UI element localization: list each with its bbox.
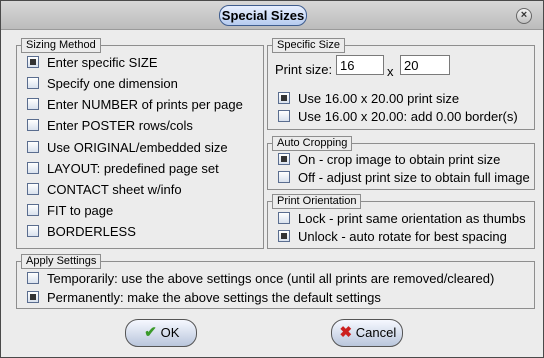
option-label: Enter POSTER rows/cols [47,118,193,133]
option-label: Enter specific SIZE [47,55,158,70]
sizing-option-one-dimension[interactable]: Specify one dimension [27,76,178,92]
auto-cropping-title: Auto Cropping [272,136,353,151]
option-label: Enter NUMBER of prints per page [47,97,243,112]
ok-button[interactable]: ✔ OK [125,319,197,347]
checkbox[interactable] [27,56,39,68]
checkbox[interactable] [27,77,39,89]
option-label: Use 16.00 x 20.00 print size [298,91,460,106]
checkbox[interactable] [27,162,39,174]
checkbox[interactable] [27,183,39,195]
option-label: Use ORIGINAL/embedded size [47,140,228,155]
dialog-title: Special Sizes [219,5,307,26]
checkbox[interactable] [27,291,39,303]
checkbox[interactable] [278,171,290,183]
sizing-option-specific-size[interactable]: Enter specific SIZE [27,55,158,71]
checkbox[interactable] [278,230,290,242]
checkbox[interactable] [27,98,39,110]
option-label: CONTACT sheet w/info [47,182,182,197]
print-orientation-group: Print Orientation Lock - print same orie… [267,194,535,249]
print-orientation-title: Print Orientation [272,194,362,209]
checkbox[interactable] [27,272,39,284]
checkbox[interactable] [27,141,39,153]
print-size-label: Print size: [275,62,333,77]
close-icon[interactable]: × [516,8,532,24]
sizing-method-title: Sizing Method [21,38,101,53]
use-print-size-option[interactable]: Use 16.00 x 20.00 print size [278,91,459,107]
option-label: On - crop image to obtain print size [298,152,501,167]
checkmark-icon: ✔ [144,324,157,341]
specific-size-title: Specific Size [272,38,345,53]
cancel-x-icon: ✖ [339,324,353,341]
checkbox[interactable] [27,119,39,131]
option-label: Specify one dimension [47,76,178,91]
apply-permanently-option[interactable]: Permanently: make the above settings the… [27,290,381,306]
option-label: FIT to page [47,203,114,218]
ok-label: OK [160,325,180,340]
checkbox[interactable] [278,92,290,104]
auto-cropping-group: Auto Cropping On - crop image to obtain … [267,136,535,190]
option-label: BORDERLESS [47,224,136,239]
sizing-method-group: Sizing Method Enter specific SIZE Specif… [16,38,264,249]
option-label: LAYOUT: predefined page set [47,161,219,176]
title-bar[interactable]: Special Sizes × [1,1,543,30]
apply-temporarily-option[interactable]: Temporarily: use the above settings once… [27,271,494,287]
sizing-option-original[interactable]: Use ORIGINAL/embedded size [27,140,228,156]
print-height-input[interactable]: 20 [400,55,450,75]
cancel-button[interactable]: ✖ Cancel [331,319,403,347]
orientation-unlock-option[interactable]: Unlock - auto rotate for best spacing [278,229,507,245]
sizing-option-number-prints[interactable]: Enter NUMBER of prints per page [27,97,243,113]
crop-off-option[interactable]: Off - adjust print size to obtain full i… [278,170,530,186]
cancel-label: Cancel [355,325,397,340]
option-label: Temporarily: use the above settings once… [47,271,495,286]
checkbox[interactable] [27,225,39,237]
option-label: Permanently: make the above settings the… [47,290,381,305]
apply-settings-group: Apply Settings Temporarily: use the abov… [16,254,535,309]
checkbox[interactable] [278,153,290,165]
checkbox[interactable] [278,110,290,122]
specific-size-group: Specific Size Print size: 16 x 20 Use 16… [267,38,535,130]
sizing-option-borderless[interactable]: BORDERLESS [27,224,136,240]
orientation-lock-option[interactable]: Lock - print same orientation as thumbs [278,211,526,227]
option-label: Lock - print same orientation as thumbs [298,211,526,226]
print-width-input[interactable]: 16 [336,55,384,75]
option-label: Use 16.00 x 20.00: add 0.00 border(s) [298,109,518,124]
x-separator: x [387,64,394,79]
option-label: Off - adjust print size to obtain full i… [298,170,530,185]
add-border-option[interactable]: Use 16.00 x 20.00: add 0.00 border(s) [278,109,518,125]
apply-settings-title: Apply Settings [21,254,102,269]
sizing-option-contact[interactable]: CONTACT sheet w/info [27,182,182,198]
sizing-option-fit[interactable]: FIT to page [27,203,113,219]
option-label: Unlock - auto rotate for best spacing [298,229,507,244]
checkbox[interactable] [278,212,290,224]
sizing-option-poster[interactable]: Enter POSTER rows/cols [27,118,193,134]
sizing-option-layout[interactable]: LAYOUT: predefined page set [27,161,219,177]
special-sizes-dialog: Special Sizes × Sizing Method Enter spec… [0,0,544,358]
checkbox[interactable] [27,204,39,216]
crop-on-option[interactable]: On - crop image to obtain print size [278,152,500,168]
